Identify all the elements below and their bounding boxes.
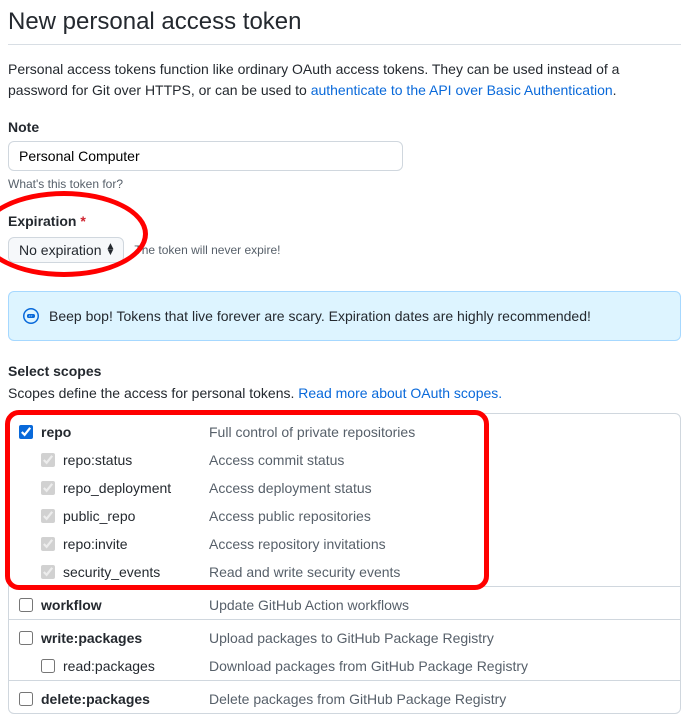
scope-row: repo:status Access commit status — [9, 446, 680, 474]
scope-row: read:packages Download packages from GitH… — [9, 652, 680, 680]
scope-name: repo:status — [63, 452, 132, 468]
note-hint: What's this token for? — [8, 177, 681, 191]
scope-group-delete-packages: delete:packages Delete packages from GitH… — [9, 680, 680, 713]
scope-name: repo — [41, 424, 71, 440]
scope-row: public_repo Access public repositories — [9, 502, 680, 530]
scope-checkbox-repo-invite — [41, 537, 55, 551]
scope-name: delete:packages — [41, 691, 150, 707]
scope-name: repo:invite — [63, 536, 128, 552]
scope-row: delete:packages Delete packages from GitH… — [9, 681, 680, 713]
scope-desc: Access repository invitations — [209, 536, 386, 552]
note-label: Note — [8, 119, 681, 135]
expiration-label-text: Expiration — [8, 213, 76, 229]
scopes-desc-pre: Scopes define the access for personal to… — [8, 385, 298, 401]
scope-name: repo_deployment — [63, 480, 171, 496]
scope-name: read:packages — [63, 658, 155, 674]
scopes-heading: Select scopes — [8, 363, 681, 379]
scope-checkbox-write-packages[interactable] — [19, 631, 33, 645]
scope-checkbox-delete-packages[interactable] — [19, 692, 33, 706]
scope-desc: Access deployment status — [209, 480, 372, 496]
scope-desc: Access commit status — [209, 452, 344, 468]
scope-group-workflow: workflow Update GitHub Action workflows — [9, 586, 680, 619]
scope-checkbox-workflow[interactable] — [19, 598, 33, 612]
scope-row: repo_deployment Access deployment status — [9, 474, 680, 502]
alert-text: Beep bop! Tokens that live forever are s… — [49, 308, 591, 324]
expiration-select[interactable]: No expiration ▲▼ — [8, 237, 124, 263]
scope-name: write:packages — [41, 630, 142, 646]
required-asterisk: * — [80, 213, 85, 229]
note-input[interactable] — [8, 141, 403, 171]
scope-name: security_events — [63, 564, 160, 580]
page-title: New personal access token — [8, 8, 681, 45]
annotation-circle — [0, 191, 148, 277]
scope-row: repo:invite Access repository invitations — [9, 530, 680, 558]
scope-desc: Full control of private repositories — [209, 424, 415, 440]
scope-row: repo Full control of private repositories — [9, 414, 680, 446]
scope-desc: Upload packages to GitHub Package Regist… — [209, 630, 494, 646]
select-chevron-icon: ▲▼ — [106, 244, 116, 256]
expiration-value: No expiration — [19, 242, 102, 258]
scopes-table: repo Full control of private repositories… — [8, 413, 681, 714]
scopes-desc: Scopes define the access for personal to… — [8, 385, 681, 401]
scope-row: workflow Update GitHub Action workflows — [9, 587, 680, 619]
intro-text: Personal access tokens function like ord… — [8, 59, 681, 101]
scope-checkbox-repo[interactable] — [19, 425, 33, 439]
scope-checkbox-public_repo — [41, 509, 55, 523]
intro-post: . — [613, 82, 617, 98]
scope-checkbox-read-packages[interactable] — [41, 659, 55, 673]
scope-desc: Download packages from GitHub Package Re… — [209, 658, 528, 674]
scope-group-write-packages: write:packages Upload packages to GitHub … — [9, 619, 680, 680]
scope-checkbox-repo_deployment — [41, 481, 55, 495]
scope-checkbox-security_events — [41, 565, 55, 579]
scope-desc: Delete packages from GitHub Package Regi… — [209, 691, 506, 707]
scope-name: public_repo — [63, 508, 135, 524]
hubot-icon — [23, 308, 39, 324]
scope-desc: Update GitHub Action workflows — [209, 597, 409, 613]
warning-alert: Beep bop! Tokens that live forever are s… — [8, 291, 681, 341]
scope-desc: Read and write security events — [209, 564, 400, 580]
scopes-desc-link[interactable]: Read more about OAuth scopes. — [298, 385, 502, 401]
scope-checkbox-repo-status — [41, 453, 55, 467]
expiration-message: The token will never expire! — [134, 243, 280, 257]
scope-name: workflow — [41, 597, 102, 613]
scope-row: write:packages Upload packages to GitHub … — [9, 620, 680, 652]
scope-row: security_events Read and write security e… — [9, 558, 680, 586]
expiration-label: Expiration * — [8, 213, 681, 229]
intro-link[interactable]: authenticate to the API over Basic Authe… — [311, 82, 613, 98]
scope-group-repo: repo Full control of private repositories… — [9, 414, 680, 586]
scope-desc: Access public repositories — [209, 508, 371, 524]
